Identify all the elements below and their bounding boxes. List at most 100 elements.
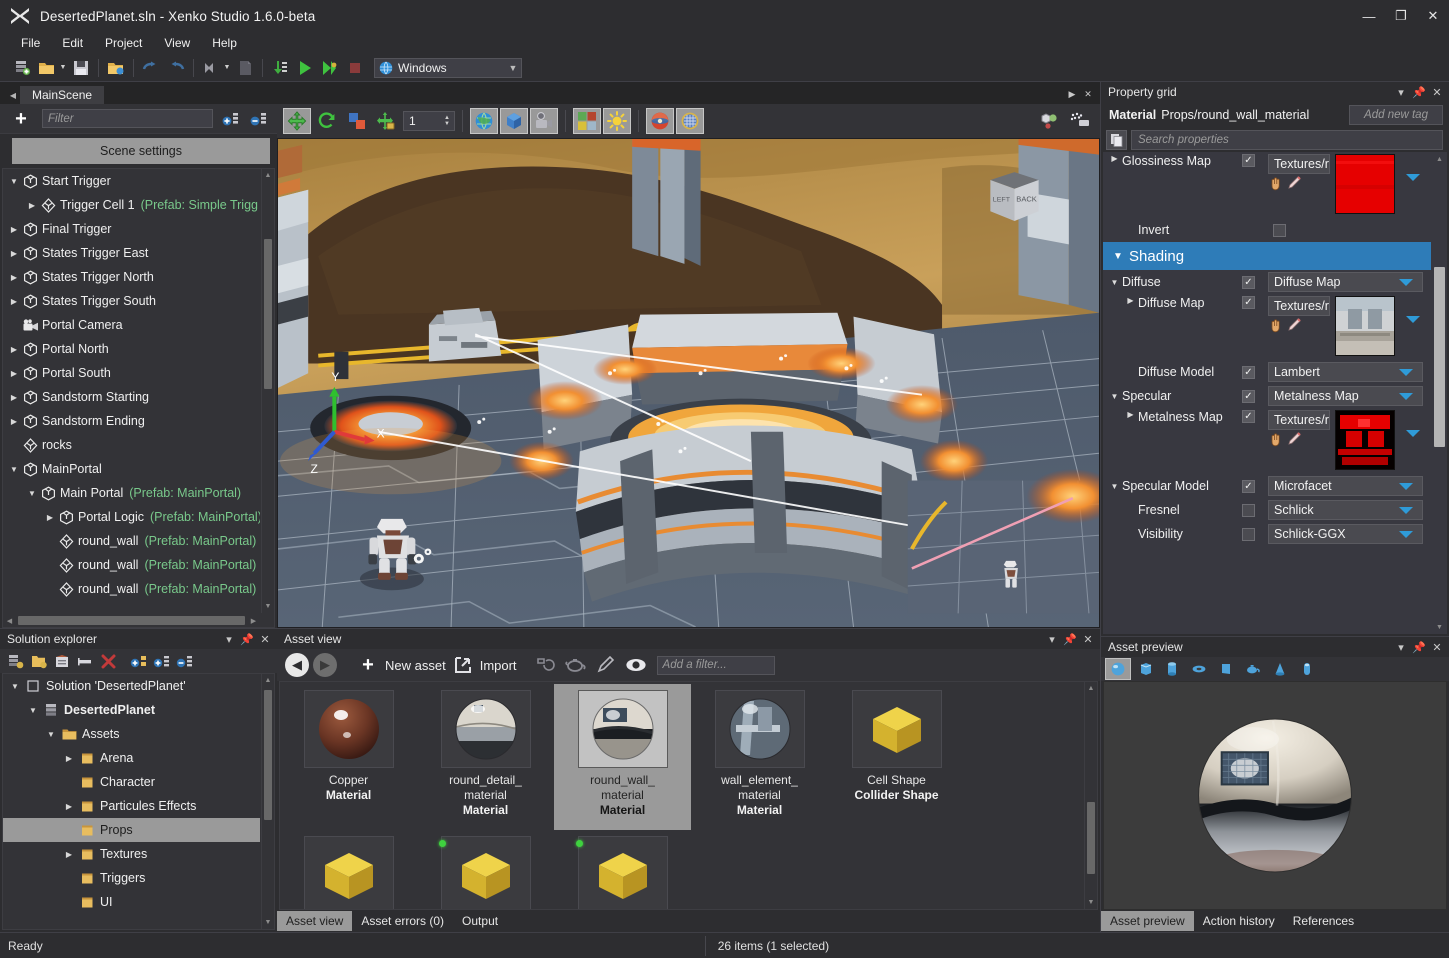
teapot-preview-icon[interactable] (1240, 658, 1266, 680)
hand-picker-icon[interactable] (1268, 318, 1283, 336)
torus-preview-icon[interactable] (1186, 658, 1212, 680)
scene-tree-item-portal-south[interactable]: ▶Portal South (3, 361, 260, 385)
chevron-down-icon[interactable]: ▼ (7, 177, 21, 186)
new-package-icon[interactable] (6, 651, 26, 671)
texture-thumbnail[interactable] (1335, 296, 1395, 356)
solution-tree-item-character[interactable]: Character (3, 770, 260, 794)
clear-texture-icon[interactable] (1287, 318, 1303, 336)
redo-icon[interactable] (164, 57, 188, 79)
refresh-thumbnails-icon[interactable] (533, 653, 559, 677)
play-icon[interactable] (293, 57, 317, 79)
scene-tree-item-sandstorm-ending[interactable]: ▶Sandstorm Ending (3, 409, 260, 433)
chevron-down-icon[interactable]: ▼ (1107, 278, 1122, 287)
property-combo[interactable]: Schlick-GGX (1268, 524, 1423, 544)
reload-assets-icon[interactable] (268, 57, 292, 79)
translate-gizmo-icon[interactable] (283, 108, 311, 134)
asset-card[interactable]: wall_element_materialMaterial (691, 684, 828, 830)
delete-icon[interactable] (98, 651, 118, 671)
menu-view[interactable]: View (153, 34, 201, 52)
chevron-down-icon[interactable]: ▾ (1393, 639, 1409, 655)
property-texture-field[interactable]: Textures/r (1268, 410, 1330, 430)
solution-tree-item-solution-desertedplanet-[interactable]: ▼Solution 'DesertedPlanet' (3, 674, 260, 698)
solution-tree-scrollbar[interactable]: ▲ ▼ (261, 674, 274, 929)
material-preview-render[interactable] (1103, 681, 1447, 910)
scrollbar-thumb[interactable] (1434, 267, 1445, 447)
chevron-down-icon[interactable]: ▼ (1107, 482, 1122, 491)
clear-texture-icon[interactable] (1287, 176, 1303, 194)
save-icon[interactable] (69, 57, 93, 79)
chevron-down-icon[interactable] (1399, 483, 1413, 490)
chevron-down-icon[interactable]: ▼ (25, 706, 41, 715)
solution-tree-item-particules-effects[interactable]: ▶Particules Effects (3, 794, 260, 818)
chevron-right-icon[interactable]: ▶ (43, 513, 57, 522)
platform-selector[interactable]: Windows ▼ (374, 58, 522, 78)
asset-card[interactable]: Collider Shape (417, 830, 554, 910)
spinner-icon[interactable]: ▲▼ (440, 115, 454, 127)
asset-card[interactable]: CopperMaterial (280, 684, 417, 830)
sphere-preview-icon[interactable] (1105, 658, 1131, 680)
chevron-right-icon[interactable]: ▶ (7, 297, 21, 306)
scene-tree-item-states-trigger-south[interactable]: ▶States Trigger South (3, 289, 260, 313)
property-checkbox[interactable]: ✓ (1242, 296, 1255, 309)
grid-display-icon[interactable] (676, 108, 704, 134)
new-asset-button[interactable]: New asset (385, 658, 446, 673)
property-search-input[interactable]: Search properties (1131, 130, 1443, 150)
chevron-down-icon[interactable] (1399, 279, 1413, 286)
chevron-down-icon[interactable]: ▼ (1107, 392, 1122, 401)
world-space-icon[interactable] (470, 108, 498, 134)
scene-tree-vertical-scrollbar[interactable]: ▲ ▼ (261, 169, 274, 613)
scene-tree-item-states-trigger-north[interactable]: ▶States Trigger North (3, 265, 260, 289)
chevron-right-icon[interactable]: ▶ (7, 417, 21, 426)
add-new-tag-input[interactable]: Add new tag (1349, 105, 1443, 125)
solution-tree-item-desertedplanet[interactable]: ▼DesertedPlanet (3, 698, 260, 722)
close-icon[interactable]: ✕ (1080, 631, 1096, 647)
scroll-right-icon[interactable]: ▶ (247, 617, 260, 625)
scroll-up-icon[interactable]: ▲ (1085, 682, 1097, 695)
expand-all-icon[interactable] (221, 109, 241, 129)
chevron-right-icon[interactable]: ▶ (7, 225, 21, 234)
edit-asset-icon[interactable] (593, 653, 619, 677)
scene-tree-item-rocks[interactable]: rocks (3, 433, 260, 457)
property-checkbox[interactable]: ✓ (1242, 366, 1255, 379)
rename-icon[interactable] (75, 651, 95, 671)
asset-card[interactable]: round_detail_materialMaterial (417, 684, 554, 830)
teapot-icon[interactable] (563, 653, 589, 677)
asset-card[interactable]: round_wall_materialMaterial (554, 684, 691, 830)
chevron-down-icon[interactable]: ▼ (25, 489, 39, 498)
close-button[interactable]: ✕ (1417, 0, 1449, 32)
play-debug-icon[interactable] (318, 57, 342, 79)
chevron-down-icon[interactable]: ▼ (505, 63, 521, 73)
plane-preview-icon[interactable] (1213, 658, 1239, 680)
entity-gizmo-icon[interactable] (500, 108, 528, 134)
chevron-right-icon[interactable]: ▶ (25, 201, 39, 210)
import-icon[interactable] (450, 653, 476, 677)
tab-asset-view[interactable]: Asset view (277, 911, 352, 931)
tab-mainscene[interactable]: MainScene (20, 86, 104, 104)
scene-tree-item-round-wall[interactable]: round_wall(Prefab: MainPortal) (3, 529, 260, 553)
scene-tree-item-portal-north[interactable]: ▶Portal North (3, 337, 260, 361)
asset-grid-scrollbar[interactable]: ▲ ▼ (1084, 682, 1097, 909)
snap-to-grid-icon[interactable] (373, 108, 401, 134)
document-icon[interactable] (233, 57, 257, 79)
property-checkbox[interactable]: ✓ (1242, 390, 1255, 403)
chevron-down-icon[interactable] (1399, 507, 1413, 514)
cone-preview-icon[interactable] (1267, 658, 1293, 680)
menu-project[interactable]: Project (94, 34, 153, 52)
tab-action-history[interactable]: Action history (1194, 911, 1284, 931)
back-button[interactable]: ◀ (285, 653, 309, 677)
property-texture-field[interactable]: Textures/r (1268, 296, 1330, 316)
property-combo[interactable]: Lambert (1268, 362, 1423, 382)
chevron-right-icon[interactable]: ▶ (61, 802, 77, 811)
hand-picker-icon[interactable] (1268, 432, 1283, 450)
chevron-down-icon[interactable]: ▼ (7, 682, 23, 691)
rotate-gizmo-icon[interactable] (313, 108, 341, 134)
scene-settings-button[interactable]: Scene settings (12, 138, 270, 164)
property-checkbox[interactable]: ✓ (1242, 276, 1255, 289)
lightprobe-icon[interactable] (1066, 108, 1094, 134)
new-project-icon[interactable] (10, 57, 34, 79)
chevron-down-icon[interactable]: ▼ (7, 465, 21, 474)
scene-tree-item-states-trigger-east[interactable]: ▶States Trigger East (3, 241, 260, 265)
property-combo[interactable]: Metalness Map (1268, 386, 1423, 406)
property-combo[interactable]: Diffuse Map (1268, 272, 1423, 292)
asset-filter-input[interactable]: Add a filter... (657, 656, 775, 675)
